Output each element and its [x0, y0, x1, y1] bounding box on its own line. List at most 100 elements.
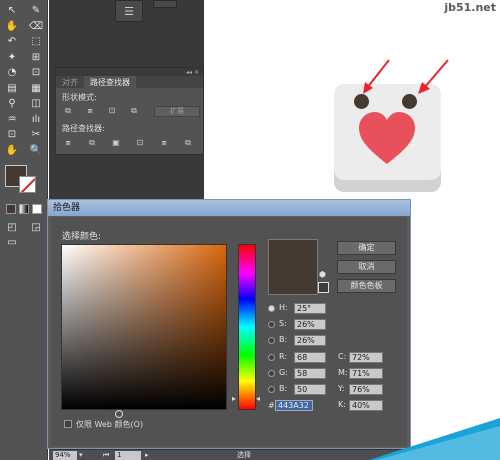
select-color-label: 选择颜色: [62, 232, 102, 242]
ok-button[interactable]: 确定 [337, 241, 396, 255]
intersect-icon[interactable]: ⊡ [106, 106, 118, 116]
web-only-checkbox[interactable] [64, 420, 72, 428]
tool-icon[interactable]: ▤ [4, 82, 20, 96]
tool-icon[interactable]: ♒ [4, 113, 20, 127]
tool-icon[interactable]: ✋ [4, 144, 20, 158]
draw-behind-icon[interactable]: ◲ [28, 221, 44, 235]
tool-icon[interactable]: ✦ [4, 51, 20, 65]
color-picker-dialog: 拾色器 选择颜色: ▸ ◂ ⬢ 确定 取消 颜色色板 H: 25° S: 26%… [47, 199, 411, 449]
exclude-icon[interactable]: ⧉ [128, 106, 140, 116]
tool-row: ✋ ⌫ [4, 20, 44, 34]
hue-slider-right-arrow-icon[interactable]: ◂ [256, 394, 260, 403]
arrow-left-indicator [363, 59, 390, 94]
pathfinders-label: 路径查找器: [62, 124, 105, 133]
trim-icon[interactable]: ⧉ [86, 138, 98, 148]
tool-row: ▤ ▦ [4, 82, 44, 96]
minus-front-icon[interactable]: ⧈ [84, 106, 96, 116]
red-radio[interactable] [268, 354, 275, 361]
tool-icon[interactable]: ⊡ [4, 128, 20, 142]
tool-row: ⊡ ✂ [4, 128, 44, 142]
cyan-input[interactable]: 72% [349, 352, 383, 363]
yellow-input[interactable]: 76% [349, 384, 383, 395]
tool-icon[interactable]: ⊡ [28, 66, 44, 80]
current-color-preview [268, 239, 318, 295]
tool-icon[interactable]: ✎ [28, 4, 44, 18]
tool-icon[interactable]: ✂ [28, 128, 44, 142]
next-page-icon[interactable]: ▸ [145, 451, 149, 460]
tab-align[interactable]: 对齐 [56, 76, 84, 88]
tool-icon[interactable]: ✋ [4, 20, 20, 34]
tool-row: ⚲ ◫ [4, 97, 44, 111]
hex-input[interactable]: 443A32 [275, 400, 313, 411]
blue-radio[interactable] [268, 386, 275, 393]
hue-slider-left-arrow-icon[interactable]: ▸ [232, 394, 236, 403]
red-input[interactable]: 68 [294, 352, 326, 363]
draw-normal-icon[interactable]: ◰ [4, 221, 20, 235]
first-page-icon[interactable]: ⏮ [103, 451, 109, 460]
tool-icon[interactable]: ↶ [4, 35, 20, 49]
minus-back-icon[interactable]: ⧉ [182, 138, 194, 148]
cyan-label: C: [338, 352, 347, 361]
out-of-gamut-cube-icon[interactable]: ⬢ [319, 270, 326, 279]
panel-tab-icon[interactable] [153, 0, 177, 8]
tool-icon[interactable]: ◔ [4, 66, 20, 80]
tool-icon[interactable]: ⬚ [28, 35, 44, 49]
none-mode-button[interactable] [32, 204, 42, 214]
close-icon[interactable]: ✕ [194, 69, 199, 76]
tool-icon[interactable]: ılı [28, 113, 44, 127]
tool-icon[interactable]: ⚲ [4, 97, 20, 111]
tab-pathfinder[interactable]: 路径查找器 [84, 76, 136, 88]
tool-icon[interactable]: ↖ [4, 4, 20, 18]
web-only-label: 仅限 Web 颜色(O) [76, 420, 144, 429]
color-marker[interactable] [115, 410, 123, 418]
hue-label: H: [279, 303, 288, 312]
brightness-input[interactable]: 26% [294, 335, 326, 346]
tool-icon[interactable]: ◫ [28, 97, 44, 111]
watermark-logo [369, 418, 500, 460]
saturation-brightness-field[interactable] [61, 244, 227, 418]
hue-slider[interactable] [238, 244, 256, 410]
tool-row: ✦ ⊞ [4, 51, 44, 65]
screen-mode-icon[interactable]: ▭ [4, 236, 20, 250]
hue-radio[interactable] [268, 305, 275, 312]
panel-topbar[interactable]: ◂◂ ✕ [56, 68, 203, 76]
stroke-color-swatch[interactable] [19, 176, 36, 193]
green-radio[interactable] [268, 370, 275, 377]
blue-input[interactable]: 50 [294, 384, 326, 395]
collapse-icon[interactable]: ◂◂ [186, 69, 192, 76]
gradient-mode-button[interactable] [19, 204, 29, 214]
color-mode-button[interactable] [6, 204, 16, 214]
zoom-dropdown-icon[interactable]: ▾ [79, 451, 83, 460]
magenta-label: M: [338, 368, 348, 377]
zoom-field[interactable]: 94% [53, 451, 77, 460]
document-icon[interactable]: ☰ [115, 0, 143, 22]
tool-icon[interactable]: ⊞ [28, 51, 44, 65]
cancel-button[interactable]: 取消 [337, 260, 396, 274]
saturation-input[interactable]: 26% [294, 319, 326, 330]
saturation-radio[interactable] [268, 321, 275, 328]
web-color-swatch[interactable] [318, 282, 329, 293]
magenta-input[interactable]: 71% [349, 368, 383, 379]
green-input[interactable]: 58 [294, 368, 326, 379]
divide-icon[interactable]: ⧈ [62, 138, 74, 148]
crop-icon[interactable]: ⊡ [134, 138, 146, 148]
page-field[interactable]: 1 [115, 451, 141, 460]
brightness-radio[interactable] [268, 337, 275, 344]
tool-row: ♒ ılı [4, 113, 44, 127]
color-swatches-button[interactable]: 颜色色板 [337, 279, 396, 293]
tool-icon[interactable]: 🔍 [28, 144, 44, 158]
panel-tabs: 对齐 路径查找器 [56, 76, 203, 88]
expand-button[interactable]: 扩展 [154, 106, 200, 117]
draw-mode-row: ◰ ◲ [4, 221, 44, 235]
black-input[interactable]: 40% [349, 400, 383, 411]
shape-modes-label: 形状模式: [62, 93, 97, 102]
outline-icon[interactable]: ⧈ [158, 138, 170, 148]
unite-icon[interactable]: ⧉ [62, 106, 74, 116]
merge-icon[interactable]: ▣ [110, 138, 122, 148]
tool-icon[interactable]: ⌫ [28, 20, 44, 34]
tool-icon[interactable]: ▦ [28, 82, 44, 96]
hue-input[interactable]: 25° [294, 303, 326, 314]
screen-mode-row: ▭ [4, 236, 44, 250]
dialog-title[interactable]: 拾色器 [48, 200, 410, 216]
arrow-right-indicator [418, 59, 449, 94]
